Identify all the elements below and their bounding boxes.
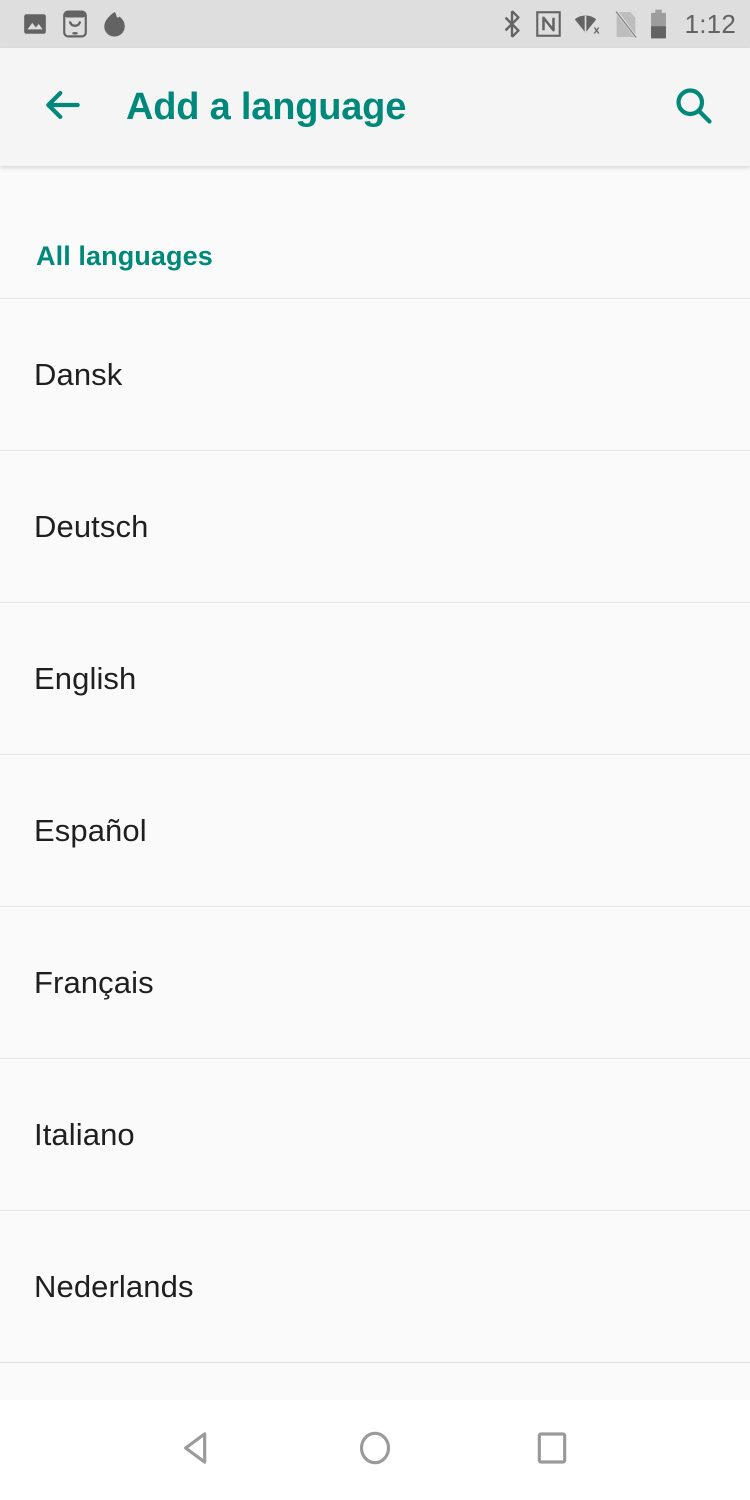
no-sim-icon xyxy=(615,10,637,38)
list-item-nederlands[interactable]: Nederlands xyxy=(0,1210,750,1362)
status-bar-notification-icons xyxy=(22,10,127,38)
search-button[interactable] xyxy=(662,76,724,138)
back-button[interactable] xyxy=(32,76,94,138)
battery-icon xyxy=(650,9,667,39)
list-item-english[interactable]: English xyxy=(0,602,750,754)
nav-home-button[interactable] xyxy=(327,1402,423,1498)
status-bar-system-icons: x 1:12 xyxy=(501,9,736,40)
nav-back-button[interactable] xyxy=(150,1402,246,1498)
list-item-label: Italiano xyxy=(34,1116,135,1152)
circle-home-icon xyxy=(355,1428,395,1473)
system-navigation-bar xyxy=(0,1400,750,1500)
smiley-app-icon xyxy=(62,10,88,38)
language-list-scroll-container[interactable]: All languages Dansk Deutsch English Espa… xyxy=(0,166,750,1400)
list-item-dansk[interactable]: Dansk xyxy=(0,298,750,450)
list-item-label: Deutsch xyxy=(34,508,149,544)
list-item-label: Dansk xyxy=(34,356,123,392)
wifi-no-internet-icon: x xyxy=(574,11,602,37)
status-bar: x 1:12 xyxy=(0,0,750,48)
arrow-back-icon xyxy=(41,83,85,132)
phone-screen: x 1:12 Add a language All languages Dans… xyxy=(0,0,750,1500)
list-item-label: Nederlands xyxy=(34,1268,194,1304)
list-item-francais[interactable]: Français xyxy=(0,906,750,1058)
list-item-partial-offscreen[interactable] xyxy=(0,1362,750,1400)
list-item-label: Français xyxy=(34,964,154,1000)
svg-text:x: x xyxy=(593,25,600,37)
photo-image-icon xyxy=(22,11,48,37)
list-item-espanol[interactable]: Español xyxy=(0,754,750,906)
nfc-icon xyxy=(535,11,561,37)
status-bar-clock: 1:12 xyxy=(684,8,736,39)
triangle-back-icon xyxy=(178,1428,218,1473)
page-title: Add a language xyxy=(126,85,407,128)
bluetooth-icon xyxy=(501,10,523,38)
list-item-deutsch[interactable]: Deutsch xyxy=(0,450,750,602)
flame-blob-icon xyxy=(102,10,127,38)
app-toolbar: Add a language xyxy=(0,48,750,166)
section-header-all-languages: All languages xyxy=(0,166,750,298)
nav-recents-button[interactable] xyxy=(504,1402,600,1498)
search-icon xyxy=(671,83,715,132)
list-item-label: Español xyxy=(34,812,147,848)
square-recents-icon xyxy=(532,1428,572,1473)
section-header-label: All languages xyxy=(36,241,213,271)
list-item-label: English xyxy=(34,660,137,696)
list-item-italiano[interactable]: Italiano xyxy=(0,1058,750,1210)
